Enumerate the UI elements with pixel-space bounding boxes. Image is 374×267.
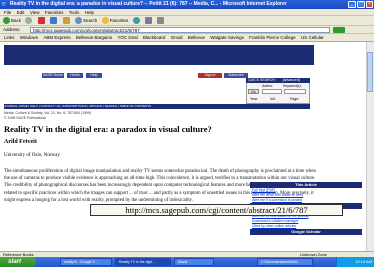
mail-icon [144, 17, 152, 25]
google-scholar-header: Google Scholar [250, 229, 362, 235]
address-input[interactable]: http://mcs.sagepub.com/cgi/content/abstr… [30, 27, 330, 33]
home-icon [62, 17, 70, 25]
menu-help[interactable]: Help [85, 9, 94, 16]
link-item[interactable]: Walgate Savings [210, 35, 244, 40]
forward-button[interactable] [25, 16, 33, 26]
search-button[interactable]: Search [74, 16, 97, 26]
internet-explorer-icon: e [2, 1, 6, 8]
journal-banner [4, 45, 314, 65]
menu-favorites[interactable]: Favorites [45, 9, 64, 16]
citation-meta: Media, Culture & Society, Vol. 21, No. 6… [4, 111, 204, 120]
menu-tools[interactable]: Tools [69, 9, 80, 16]
back-button[interactable]: Back [3, 16, 21, 26]
home-button[interactable] [62, 16, 71, 26]
maximize-button[interactable]: □ [357, 1, 365, 8]
taskbar-item[interactable]: Mozel [174, 258, 214, 266]
system-tray-clock: 10:14 AM [336, 257, 374, 267]
menu-view[interactable]: View [30, 9, 40, 16]
year-label: Year: [250, 97, 259, 101]
star-icon [101, 17, 109, 25]
author-label: Author: [262, 84, 274, 88]
stop-button[interactable] [37, 16, 46, 26]
print-button[interactable] [157, 16, 165, 26]
link-item[interactable]: Bellevue [188, 35, 205, 40]
history-button[interactable] [132, 16, 141, 26]
go-search-button[interactable]: Go [248, 89, 259, 94]
link-item[interactable]: Gmail [171, 35, 183, 40]
author-input[interactable] [262, 89, 282, 94]
back-arrow-icon [3, 17, 10, 25]
link-item[interactable]: Blackboard [143, 35, 166, 40]
link-item[interactable]: US Cellular [301, 35, 324, 40]
close-button[interactable]: × [366, 1, 373, 8]
forward-arrow-icon [25, 17, 33, 25]
subscribe-button[interactable]: Subscribe [224, 73, 248, 78]
links-bar: Links Windows ABM Express Bellevue Barga… [0, 34, 374, 42]
advanced-search-link[interactable]: [advanced] [283, 78, 300, 82]
scrollbar-thumb[interactable] [367, 52, 373, 92]
article-title: Reality TV in the digital era: a paradox… [4, 124, 212, 134]
url-caption: http://mcs.sagepub.com/cgi/content/abstr… [90, 204, 343, 216]
journal-nav-strip[interactable]: JOURNAL HOME | HELP | CONTACT US | SUBSC… [4, 104, 310, 109]
article-author[interactable]: Arild Fetveit [4, 139, 37, 145]
article-affiliation: University of Oslo, Norway [4, 153, 60, 158]
window-title: Reality TV in the digital era: a paradox… [0, 0, 374, 9]
nav-help[interactable]: Help [86, 73, 102, 78]
minimize-button[interactable]: _ [348, 1, 356, 8]
print-icon [157, 17, 165, 25]
refresh-icon [50, 17, 58, 25]
link-item[interactable]: Franklin Pierce College [249, 35, 296, 40]
history-icon [132, 17, 140, 25]
keyword-input[interactable] [284, 89, 306, 94]
search-icon [74, 17, 82, 25]
menu-bar: File Edit View Favorites Tools Help [0, 9, 374, 16]
stop-icon [37, 17, 45, 25]
mail-button[interactable] [144, 16, 153, 26]
taskbar-item[interactable]: reality tv - Google S... [60, 258, 112, 266]
menu-file[interactable]: File [4, 9, 11, 16]
taskbar-item-active[interactable]: Reality TV in the digit... [115, 258, 171, 266]
copyright: © 1999 SAGE Publications [4, 115, 46, 120]
go-button[interactable] [333, 27, 345, 33]
menu-edit[interactable]: Edit [17, 9, 25, 16]
taskbar-item[interactable]: C:\Documents\and\Sett... [257, 258, 313, 266]
page-label: Page: [290, 97, 300, 101]
vol-label: Vol: [270, 97, 276, 101]
address-label: Address [3, 27, 20, 32]
link-item[interactable]: Windows [20, 35, 38, 40]
favorites-button[interactable]: Favorites [101, 16, 128, 26]
links-label: Links [4, 35, 15, 40]
toolbar: Back Search Favorites [0, 16, 374, 26]
link-item[interactable]: Bellevue Bargains [76, 35, 112, 40]
refresh-button[interactable] [50, 16, 58, 26]
link-item[interactable]: ABM Express [43, 35, 70, 40]
keyword-label: Keyword(s): [283, 84, 302, 88]
nav-sage-home[interactable]: SAGE Home [42, 73, 64, 78]
sign-in-button[interactable]: Sign In [198, 73, 222, 78]
link-item[interactable]: YOC Deal [117, 35, 137, 40]
start-button[interactable]: start [0, 257, 36, 267]
quick-search-header: QUICK SEARCH: [advanced] [246, 78, 310, 83]
nav-home[interactable]: Home [67, 73, 83, 78]
